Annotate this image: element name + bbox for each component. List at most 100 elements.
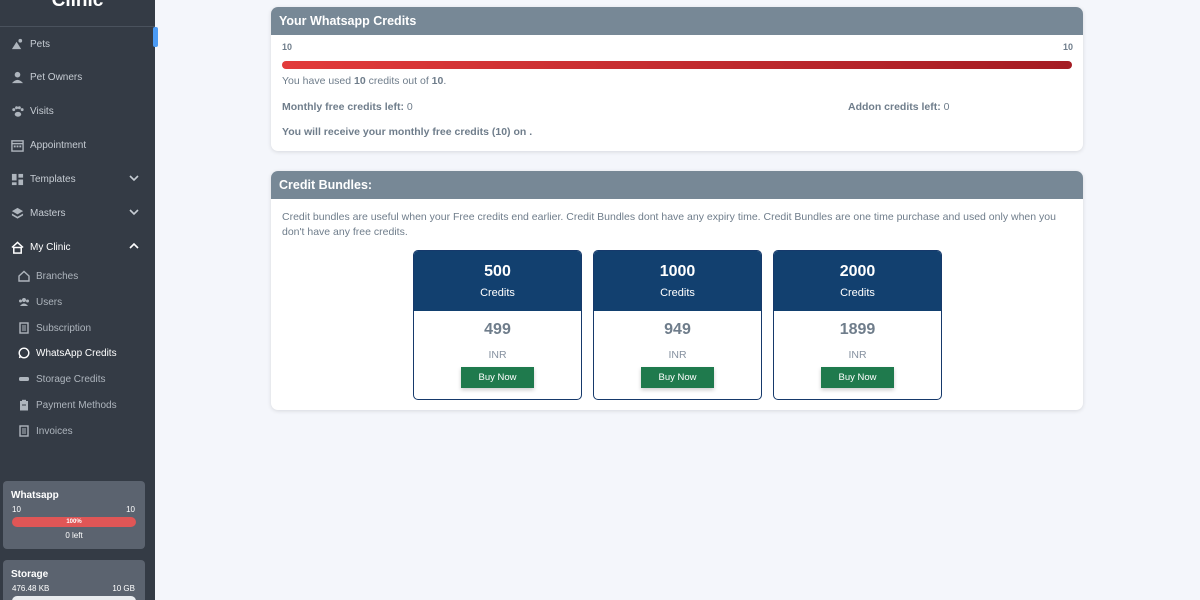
sidebar-subitem-label: Invoices <box>36 425 73 437</box>
chevron-down-icon <box>129 173 139 186</box>
bundle-credits: 500 <box>484 263 511 280</box>
sidebar-item-label: Pet Owners <box>30 71 83 83</box>
sidebar-item-label: Appointment <box>30 139 87 151</box>
sidebar-item-templates[interactable]: Templates <box>0 167 155 191</box>
panel-title: Credit Bundles: <box>271 171 1083 199</box>
bundle-price: 1899 <box>839 321 876 338</box>
user-icon <box>10 70 24 84</box>
used-count: 10 <box>354 75 366 87</box>
bundle-price: 499 <box>484 321 511 338</box>
sidebar-subitem-whatsapp-credits[interactable]: WhatsApp Credits <box>0 343 155 363</box>
sidebar-item-my-clinic[interactable]: My Clinic <box>0 235 155 259</box>
whatsapp-card-left: 0 left <box>65 531 83 540</box>
bundle-credits: 2000 <box>839 263 876 280</box>
bundles-description: Credit bundles are useful when your Free… <box>282 211 1056 238</box>
bundle-header: 500 Credits <box>414 251 581 311</box>
clipboard-icon <box>18 399 30 411</box>
sidebar-subitem-payment-methods[interactable]: Payment Methods <box>0 395 155 415</box>
whatsapp-credits-panel: Your Whatsapp Credits 10 10 You have use… <box>271 7 1083 151</box>
bundle-currency: INR <box>488 349 507 361</box>
sidebar-item-pets[interactable]: Pets <box>0 32 155 56</box>
users-icon <box>18 296 30 308</box>
storage-usage-card: Storage 476.48 KB 10 GB <box>3 560 145 600</box>
used-text-post: . <box>443 75 447 87</box>
progress-min-label: 10 <box>282 42 293 52</box>
whatsapp-card-progress: 100% <box>12 517 136 527</box>
home-icon <box>10 240 24 254</box>
monthly-value: 0 <box>403 101 413 113</box>
paw-house-icon <box>10 37 24 51</box>
progress-max-label: 10 <box>1062 42 1073 52</box>
bundle-credits: 1000 <box>659 263 696 280</box>
buy-now-button[interactable]: Buy Now <box>641 367 714 388</box>
whatsapp-card-range: 10 10 <box>12 505 135 514</box>
invoice-icon <box>18 425 30 437</box>
sidebar-item-label: Masters <box>30 207 66 219</box>
bundle-card: 2000 Credits 1899 INR Buy Now <box>773 250 942 400</box>
bundle-price: 949 <box>664 321 691 338</box>
sidebar-subitem-label: Branches <box>36 270 79 282</box>
panel-title: Your Whatsapp Credits <box>271 7 1083 35</box>
bundle-card: 1000 Credits 949 INR Buy Now <box>593 250 762 400</box>
credits-progress-bar <box>282 61 1072 69</box>
storage-card-progress <box>12 596 136 600</box>
document-icon <box>18 322 30 334</box>
total-count: 10 <box>431 75 444 87</box>
sidebar-subitem-label: Users <box>36 296 63 308</box>
buy-now-button[interactable]: Buy Now <box>821 367 894 388</box>
bundle-currency: INR <box>848 349 867 361</box>
bundle-header: 1000 Credits <box>594 251 761 311</box>
monthly-free-credits: Monthly free credits left: 0 <box>282 101 413 113</box>
brand-text: Clinic <box>51 0 104 11</box>
bundle-currency: INR <box>668 349 687 361</box>
receive-credits-text: You will receive your monthly free credi… <box>282 126 533 138</box>
grid-icon <box>10 172 24 186</box>
sidebar-item-masters[interactable]: Masters <box>0 201 155 225</box>
storage-card-total: 10 GB <box>112 584 135 593</box>
sidebar-item-visits[interactable]: Visits <box>0 99 155 123</box>
whatsapp-usage-card: Whatsapp 10 10 100% 0 left <box>3 481 145 549</box>
whatsapp-card-min: 10 <box>12 505 21 514</box>
sidebar-subitem-storage-credits[interactable]: Storage Credits <box>0 369 155 389</box>
sidebar-subitem-label: Subscription <box>36 322 92 334</box>
used-credits-text: You have used 10 credits out of 10. <box>282 75 446 87</box>
paw-icon <box>10 104 24 118</box>
sidebar: Clinic Pets Pet Owners Visits Appointmen… <box>0 0 155 600</box>
whatsapp-card-title: Whatsapp <box>11 490 59 501</box>
buy-now-button[interactable]: Buy Now <box>461 367 534 388</box>
sidebar-item-pet-owners[interactable]: Pet Owners <box>0 65 155 89</box>
storage-card-title: Storage <box>11 569 49 580</box>
branch-icon <box>18 270 30 282</box>
scroll-indicator[interactable] <box>153 27 158 47</box>
sidebar-item-label: Pets <box>30 38 51 50</box>
sidebar-subitem-invoices[interactable]: Invoices <box>0 421 155 441</box>
storage-card-used: 476.48 KB <box>12 584 50 593</box>
chevron-down-icon <box>129 207 139 220</box>
sidebar-subitem-users[interactable]: Users <box>0 292 155 312</box>
layers-icon <box>10 206 24 220</box>
addon-label: Addon credits left: <box>848 101 941 113</box>
chevron-up-icon <box>129 241 139 254</box>
whatsapp-icon <box>18 347 30 359</box>
addon-credits: Addon credits left: 0 <box>848 101 950 113</box>
bundle-credits-label: Credits <box>480 287 515 299</box>
sidebar-subitem-label: Storage Credits <box>36 373 106 385</box>
sidebar-item-label: Visits <box>30 105 54 117</box>
sidebar-item-appointment[interactable]: Appointment <box>0 133 155 157</box>
sidebar-subitem-label: WhatsApp Credits <box>36 347 117 359</box>
sidebar-subitem-branches[interactable]: Branches <box>0 266 155 286</box>
sidebar-subitem-subscription[interactable]: Subscription <box>0 318 155 338</box>
bundle-credits-label: Credits <box>660 287 695 299</box>
storage-icon <box>18 373 30 385</box>
sidebar-item-label: Templates <box>30 173 76 185</box>
brand-title: Clinic <box>0 0 155 27</box>
bundle-card: 500 Credits 499 INR Buy Now <box>413 250 582 400</box>
used-text-mid: credits out of <box>365 75 432 87</box>
sidebar-subitem-label: Payment Methods <box>36 399 117 411</box>
monthly-label: Monthly free credits left: <box>282 101 404 113</box>
addon-value: 0 <box>940 101 950 113</box>
sidebar-item-label: My Clinic <box>30 241 71 253</box>
storage-card-range: 476.48 KB 10 GB <box>12 584 135 593</box>
used-text-pre: You have used <box>282 75 355 87</box>
calendar-icon <box>10 138 24 152</box>
